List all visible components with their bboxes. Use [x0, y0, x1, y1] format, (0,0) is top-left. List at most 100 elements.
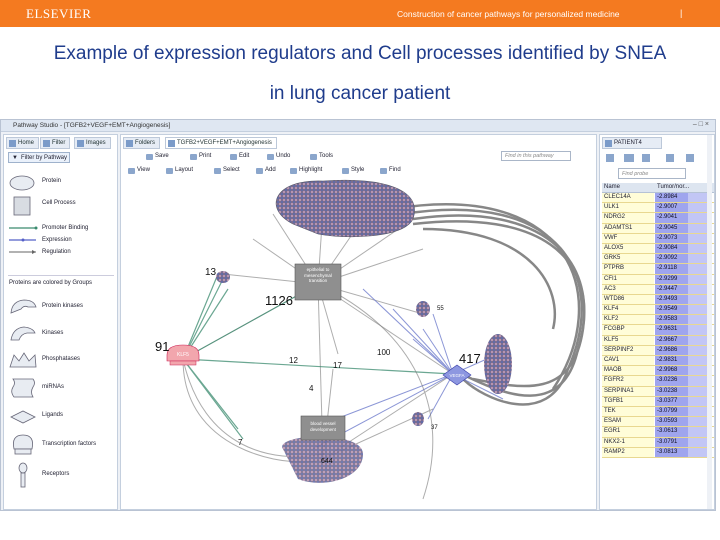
count-1126: 1126 — [265, 293, 293, 308]
table-row[interactable]: FGFR2 -3.0236 — [602, 376, 714, 387]
table-row[interactable]: KLF2 -2.9583 — [602, 315, 714, 326]
table-row[interactable]: EGR1 -3.0613 — [602, 427, 714, 438]
tumor-normal-value: -2.9299 — [655, 274, 688, 284]
tab-patient4[interactable]: PATIENT4 — [602, 137, 662, 149]
table-row[interactable]: MAOB -2.9968 — [602, 366, 714, 377]
style-button[interactable]: Style — [341, 166, 367, 176]
table-row[interactable]: CLEC14A -2.8984 — [602, 193, 714, 204]
count-12: 12 — [289, 356, 298, 365]
gene-name: VWF — [602, 233, 654, 243]
blood-node-label: blood vessel development — [310, 421, 336, 432]
gene-name: WTD86 — [602, 294, 654, 305]
table-row[interactable]: ESAM -3.0593 — [602, 417, 714, 428]
count-55: 55 — [437, 306, 444, 312]
tumor-normal-value: -3.0613 — [655, 427, 688, 437]
slide-subtitle: Construction of cancer pathways for pers… — [397, 9, 620, 19]
expression-toolbar-icons[interactable] — [602, 152, 712, 164]
cell-process-shape-icon — [13, 196, 31, 216]
tumor-normal-value: -2.9118 — [655, 264, 688, 274]
find-probe-input[interactable]: Find probe — [618, 168, 686, 179]
tools-button[interactable]: Tools — [309, 152, 336, 162]
tab-home[interactable]: Home — [6, 137, 40, 149]
print-button[interactable]: Print — [189, 152, 214, 162]
legend-divider — [8, 275, 114, 276]
highlight-button[interactable]: Highlight — [289, 166, 325, 176]
table-row[interactable]: PTPRB -2.9118 — [602, 264, 714, 275]
table-row[interactable]: NKX2-1 -3.0791 — [602, 437, 714, 448]
table-row[interactable]: KLF4 -2.9549 — [602, 305, 714, 316]
mirna-shape-icon — [11, 378, 35, 398]
klf5-node[interactable]: KLF5 — [166, 344, 200, 366]
table-row[interactable]: ADAMTS1 -2.9045 — [602, 223, 714, 234]
table-row[interactable]: TEK -3.0799 — [602, 406, 714, 418]
select-button[interactable]: Select — [213, 166, 243, 176]
add-button[interactable]: Add — [255, 166, 279, 176]
filter-by-pathway-button[interactable]: ▼ Filter by Pathway — [8, 152, 70, 163]
table-row[interactable]: KLF5 -2.9667 — [602, 335, 714, 346]
blood-vessel-node[interactable]: blood vessel development — [300, 415, 346, 441]
column-tumor-normal[interactable]: Tumor/nor... — [657, 184, 689, 190]
layout-button[interactable]: Layout — [165, 166, 196, 176]
count-644: 644 — [321, 458, 333, 465]
edit-button[interactable]: Edit — [229, 152, 252, 162]
table-row[interactable]: GRK5 -2.9092 — [602, 254, 714, 265]
table-row[interactable]: RAMP2 -3.0813 — [602, 447, 714, 458]
gene-name: FGFR2 — [602, 376, 654, 386]
pathway-search-input[interactable]: Find in this pathway — [501, 151, 571, 161]
pathway-network-graph[interactable]: epithelial to mesenchymal transition blo… — [123, 179, 595, 509]
header-separator: | — [680, 8, 683, 18]
table-row[interactable]: SERPINA1 -3.0238 — [602, 386, 714, 397]
tab-filter[interactable]: Filter — [40, 137, 71, 149]
tab-folders[interactable]: Folders — [123, 137, 161, 149]
window-controls[interactable]: – □ × — [693, 121, 709, 128]
small-cluster-37[interactable] — [412, 412, 424, 426]
legend-phosphatases: Phosphatases — [6, 349, 116, 371]
gene-name: TGFB1 — [602, 396, 654, 406]
table-row[interactable]: CFI1 -2.9299 — [602, 274, 714, 285]
tab-images[interactable]: Images — [74, 137, 111, 149]
table-row[interactable]: ULK1 -2.9007 — [602, 203, 714, 214]
table-row[interactable]: TGFB1 -3.0377 — [602, 396, 714, 407]
legend-protein: Protein — [6, 173, 116, 193]
count-417: 417 — [459, 351, 481, 366]
vegfa-gene-cluster[interactable] — [484, 334, 512, 394]
slide-title: Example of expression regulators and Cel… — [0, 34, 720, 114]
gene-name: ALOX5 — [602, 243, 654, 254]
table-row[interactable]: NDRG2 -2.9041 — [602, 213, 714, 224]
home-icon — [9, 140, 16, 147]
small-cluster-13[interactable] — [216, 271, 230, 283]
count-17: 17 — [333, 361, 342, 370]
gene-name: SERPINA1 — [602, 386, 654, 396]
table-row[interactable]: VWF -2.9073 — [602, 233, 714, 244]
emt-node[interactable]: epithelial to mesenchymal transition — [294, 263, 342, 301]
edit-icon — [230, 154, 237, 160]
title-line-2: in lung cancer patient — [269, 83, 451, 104]
expression-table: Name Tumor/nor... CLEC14A -2.8984 ULK1 -2.9… — [602, 183, 714, 458]
table-scrollbar[interactable] — [707, 135, 712, 509]
table-row[interactable]: SERPINF2 -2.9686 — [602, 345, 714, 356]
column-name[interactable]: Name — [604, 184, 620, 190]
count-13: 13 — [205, 267, 217, 278]
table-row[interactable]: ALOX5 -2.9084 — [602, 243, 714, 255]
title-line-1: Example of expression regulators and Cel… — [53, 43, 667, 64]
gene-name: CAV1 — [602, 356, 654, 366]
gene-name: KLF4 — [602, 305, 654, 315]
table-row[interactable]: AC3 -2.9447 — [602, 284, 714, 295]
small-cluster-55[interactable] — [416, 301, 430, 317]
tab-pathway[interactable]: TGFB2+VEGF+EMT+Angiogenesis — [165, 137, 277, 149]
protein-kinase-shape-icon — [10, 299, 37, 314]
table-row[interactable]: FCGBP -2.9631 — [602, 325, 714, 336]
klf5-node-label: KLF5 — [177, 352, 189, 358]
find-button[interactable]: Find — [379, 166, 404, 176]
find-icon — [380, 168, 387, 174]
undo-button[interactable]: Undo — [266, 152, 293, 162]
save-button[interactable]: Save — [145, 152, 172, 162]
table-row[interactable]: CAV1 -2.9831 — [602, 356, 714, 367]
gene-name: ADAMTS1 — [602, 223, 654, 233]
table-row[interactable]: WTD86 -2.9493 — [602, 294, 714, 306]
tumor-normal-value: -2.9549 — [655, 305, 688, 315]
view-button[interactable]: View — [127, 166, 153, 176]
save-icon — [146, 154, 153, 160]
emt-gene-cluster[interactable] — [275, 180, 415, 238]
tumor-normal-value: -2.8984 — [655, 193, 688, 203]
